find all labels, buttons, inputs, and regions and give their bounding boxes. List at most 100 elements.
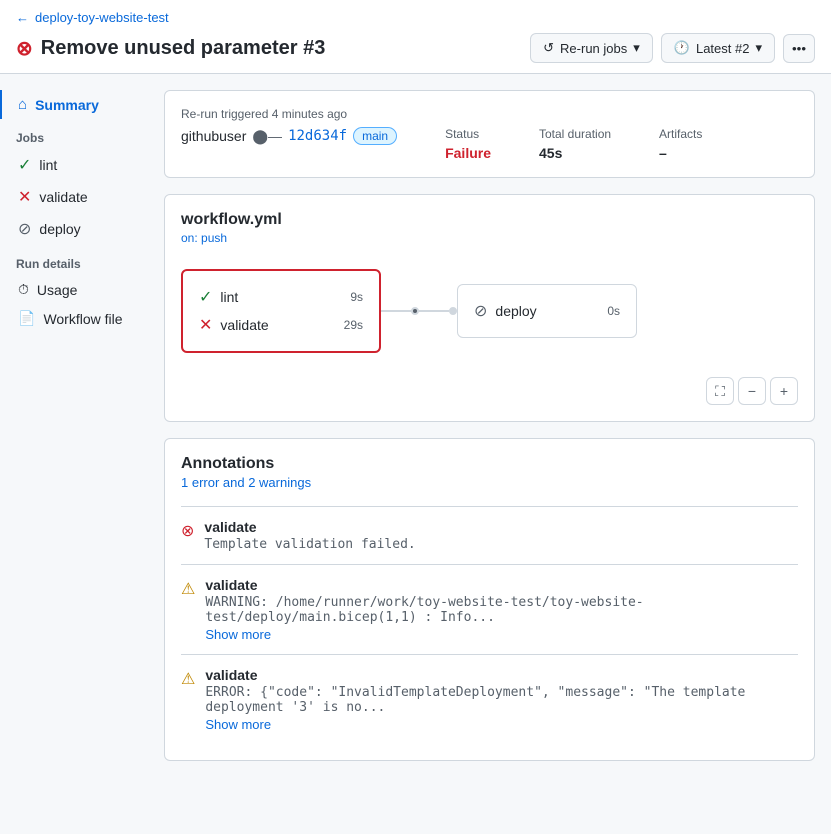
workflow-job-group[interactable]: ✓ lint 9s ✕ validate 29s — [181, 269, 381, 353]
workflow-connector — [381, 307, 457, 315]
deploy-duration: 0s — [607, 304, 620, 318]
annotation-item-2: ⚠ validate WARNING: /home/runner/work/to… — [181, 564, 798, 654]
validate-job-row: ✕ validate 29s — [199, 311, 363, 339]
deploy-diagram-icon: ⊘ — [474, 301, 487, 321]
validate-error-icon: ✕ — [18, 187, 31, 207]
triggered-text: Re-run triggered 4 minutes ago — [181, 107, 798, 121]
ann-show-more-3[interactable]: Show more — [205, 717, 798, 732]
home-icon: ⌂ — [18, 96, 27, 113]
latest-button[interactable]: 🕐 Latest #2 ▾ — [661, 33, 775, 63]
commit-graph-icon: ⬤— — [252, 128, 282, 145]
annotation-item-3: ⚠ validate ERROR: {"code": "InvalidTempl… — [181, 654, 798, 744]
sidebar-deploy-label: deploy — [39, 221, 80, 237]
clock-usage-icon: ⏱ — [18, 281, 29, 298]
deploy-skipped-icon: ⊘ — [18, 219, 31, 239]
lint-job-name: lint — [220, 289, 342, 305]
commit-hash[interactable]: 12d634f — [288, 128, 347, 144]
ann-show-more-2[interactable]: Show more — [205, 627, 798, 642]
annotations-card: Annotations 1 error and 2 warnings ⊗ val… — [164, 438, 815, 761]
sidebar-validate-label: validate — [39, 189, 87, 205]
workflow-file-icon: 📄 — [18, 310, 35, 327]
annotations-subtitle: 1 error and 2 warnings — [181, 475, 798, 490]
sidebar-item-deploy[interactable]: ⊘ deploy — [0, 213, 148, 245]
main-content: Re-run triggered 4 minutes ago githubuse… — [148, 74, 831, 828]
sidebar-lint-label: lint — [39, 157, 57, 173]
zoom-out-button[interactable]: − — [738, 377, 766, 405]
status-label: Status — [445, 127, 491, 141]
duration-col: Total duration 45s — [539, 127, 611, 161]
workflow-deploy-box[interactable]: ⊘ deploy 0s — [457, 284, 637, 338]
layout: ⌂ Summary Jobs ✓ lint ✕ validate ⊘ deplo… — [0, 74, 831, 828]
ann-content-3: validate ERROR: {"code": "InvalidTemplat… — [205, 667, 798, 732]
back-link[interactable]: ← deploy-toy-website-test — [16, 10, 815, 25]
ann-job-2: validate — [205, 577, 798, 593]
rerun-label: Re-run jobs — [560, 41, 627, 56]
ann-msg-3: ERROR: {"code": "InvalidTemplateDeployme… — [205, 685, 798, 715]
deploy-job-name: deploy — [495, 303, 599, 319]
workflow-diagram: ✓ lint 9s ✕ validate 29s — [181, 261, 798, 361]
validate-diagram-icon: ✕ — [199, 315, 212, 335]
rerun-jobs-button[interactable]: ↺ Re-run jobs ▾ — [530, 33, 653, 63]
more-options-button[interactable]: ••• — [783, 34, 815, 63]
sidebar-item-summary[interactable]: ⌂ Summary — [0, 90, 148, 119]
zoom-in-button[interactable]: + — [770, 377, 798, 405]
diagram-controls: ⛶ − + — [181, 377, 798, 405]
validate-job-name: validate — [220, 317, 335, 333]
connector-line-1 — [381, 310, 411, 312]
sidebar-usage-label: Usage — [37, 282, 77, 298]
status-col: Status Failure — [445, 127, 491, 161]
summary-card: Re-run triggered 4 minutes ago githubuse… — [164, 90, 815, 178]
ann-msg-2: WARNING: /home/runner/work/toy-website-t… — [205, 595, 798, 625]
ann-error-icon-1: ⊗ — [181, 521, 194, 552]
summary-grid: githubuser ⬤— 12d634f main Status Failur… — [181, 127, 798, 161]
validate-duration: 29s — [344, 318, 363, 332]
latest-chevron-icon: ▾ — [755, 40, 762, 56]
annotation-item-1: ⊗ validate Template validation failed. — [181, 506, 798, 564]
workflow-trigger: on: push — [181, 231, 798, 245]
duration-label: Total duration — [539, 127, 611, 141]
ann-content-2: validate WARNING: /home/runner/work/toy-… — [205, 577, 798, 642]
sidebar-item-workflow-file[interactable]: 📄 Workflow file — [0, 304, 148, 333]
lint-job-row: ✓ lint 9s — [199, 283, 363, 311]
fullscreen-button[interactable]: ⛶ — [706, 377, 734, 405]
page-title-text: Remove unused parameter #3 — [41, 37, 326, 60]
lint-success-icon: ✓ — [18, 155, 31, 175]
title-error-icon: ⊗ — [16, 36, 33, 61]
commit-row: githubuser ⬤— 12d634f main — [181, 127, 397, 145]
sidebar-item-usage[interactable]: ⏱ Usage — [0, 275, 148, 304]
clock-icon: 🕐 — [674, 40, 690, 56]
sidebar: ⌂ Summary Jobs ✓ lint ✕ validate ⊘ deplo… — [0, 74, 148, 828]
rerun-icon: ↺ — [543, 40, 554, 56]
sidebar-rundetails-section: Run details — [0, 245, 148, 275]
fullscreen-icon: ⛶ — [715, 383, 725, 400]
title-actions: ↺ Re-run jobs ▾ 🕐 Latest #2 ▾ ••• — [530, 33, 815, 63]
ann-job-1: validate — [204, 519, 415, 535]
artifacts-value: – — [659, 145, 702, 161]
sidebar-workflow-label: Workflow file — [43, 311, 122, 327]
workflow-card: workflow.yml on: push ✓ lint 9s ✕ valida… — [164, 194, 815, 422]
plus-icon: + — [780, 383, 788, 399]
rerun-chevron-icon: ▾ — [633, 40, 640, 56]
sidebar-jobs-section: Jobs — [0, 119, 148, 149]
sidebar-item-lint[interactable]: ✓ lint — [0, 149, 148, 181]
annotations-title: Annotations — [181, 455, 798, 473]
deploy-job-row: ⊘ deploy 0s — [474, 297, 620, 325]
ann-warning-icon-2: ⚠ — [181, 579, 195, 642]
back-arrow-icon: ← — [16, 10, 29, 25]
workflow-filename: workflow.yml — [181, 211, 798, 229]
page-title: ⊗ Remove unused parameter #3 — [16, 36, 325, 61]
ann-job-3: validate — [205, 667, 798, 683]
commit-col: githubuser ⬤— 12d634f main — [181, 127, 397, 161]
status-value: Failure — [445, 145, 491, 161]
sidebar-item-validate[interactable]: ✕ validate — [0, 181, 148, 213]
lint-duration: 9s — [350, 290, 363, 304]
connector-line-2 — [419, 310, 449, 312]
back-link-text: deploy-toy-website-test — [35, 10, 169, 25]
branch-badge[interactable]: main — [353, 127, 397, 145]
top-bar: ← deploy-toy-website-test ⊗ Remove unuse… — [0, 0, 831, 74]
connector-dot-1 — [411, 307, 419, 315]
ann-warning-icon-3: ⚠ — [181, 669, 195, 732]
artifacts-col: Artifacts – — [659, 127, 702, 161]
artifacts-label: Artifacts — [659, 127, 702, 141]
commit-user: githubuser — [181, 128, 246, 144]
